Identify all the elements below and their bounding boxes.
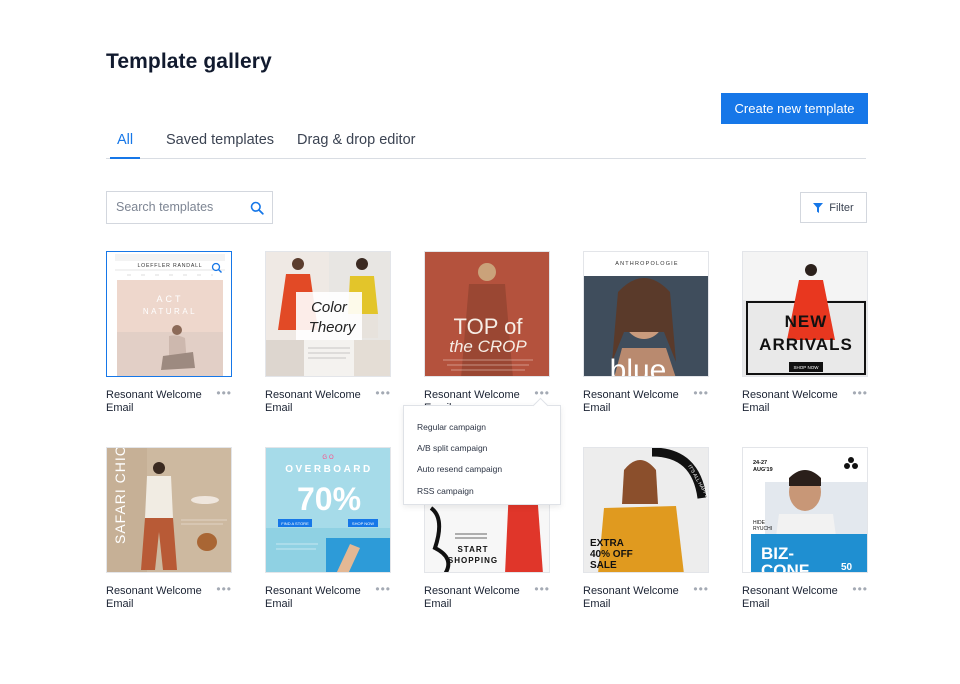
thumb-subhead: Theory [309,319,357,336]
template-thumbnail[interactable]: TOP of the CROP [424,251,550,377]
menu-item-auto-resend-campaign[interactable]: Auto resend campaign [417,464,502,474]
tab-bar: All Saved templates Drag & drop editor [106,130,866,159]
more-options-icon[interactable]: ••• [852,387,868,399]
thumb-value: 70% [297,481,361,517]
template-title: Resonant Welcome Email [265,585,361,610]
template-title: Resonant Welcome Email [742,389,838,414]
template-thumbnail[interactable]: 24-27 AUG'19 HIDE RYUCHI BIZ- CONF 50 [742,447,868,573]
template-card[interactable]: IT'S ALL HAPPENING EXTRA 40% OFF SALE Re… [583,447,709,617]
thumb-month: AUG'19 [753,467,773,473]
more-options-icon[interactable]: ••• [693,387,709,399]
thumb-subhead: SHOPPING [448,556,498,565]
more-options-icon[interactable]: ••• [693,583,709,595]
template-title: Resonant Welcome Email [583,389,679,414]
thumb-brand: ANTHROPOLOGIE [615,261,679,267]
more-options-icon[interactable]: ••• [216,583,232,595]
search-input[interactable] [116,200,246,214]
thumb-headline: OVERBOARD [285,464,373,475]
template-thumbnail[interactable]: SAFARI CHIC [106,447,232,573]
more-options-icon[interactable]: ••• [375,387,391,399]
search-icon[interactable] [250,201,264,215]
thumb-cta-2: SHOP NOW [352,521,374,526]
tab-all[interactable]: All [110,132,141,159]
thumb-cta: FIND A STORE [281,521,309,526]
template-title: Resonant Welcome Email [106,389,202,414]
template-thumbnail[interactable]: NEW ARRIVALS SHOP NOW [742,251,868,377]
thumb-headline: TOP of [454,314,524,339]
menu-item-regular-campaign[interactable]: Regular campaign [417,422,486,432]
template-card[interactable]: TOP of the CROP Resonant Welcome Email •… [424,251,550,421]
thumb-cta: SHOP NOW [794,365,820,370]
thumb-headline: Color [311,299,348,316]
filter-button[interactable]: Filter [800,192,867,223]
thumb-headline: NEW [785,312,828,331]
more-options-icon[interactable]: ••• [375,583,391,595]
create-template-button[interactable]: Create new template [721,93,868,124]
more-options-icon[interactable]: ••• [534,583,550,595]
tab-saved-templates[interactable]: Saved templates [166,132,274,159]
template-thumbnail[interactable]: GO OVERBOARD 70% FIND A STORE SHOP NOW [265,447,391,573]
thumb-subhead: ARRIVALS [759,335,853,354]
search-box [106,191,273,224]
menu-item-ab-split-campaign[interactable]: A/B split campaign [417,443,487,453]
tab-drag-drop-editor[interactable]: Drag & drop editor [297,132,415,159]
template-thumbnail[interactable]: IT'S ALL HAPPENING EXTRA 40% OFF SALE [583,447,709,573]
template-card[interactable]: GO OVERBOARD 70% FIND A STORE SHOP NOW R… [265,447,391,617]
template-card[interactable]: NEW ARRIVALS SHOP NOW Resonant Welcome E… [742,251,868,421]
thumb-headline: SAFARI CHIC [112,448,128,544]
template-thumbnail[interactable]: ANTHROPOLOGIE blue [583,251,709,377]
template-card[interactable]: LOEFFLER RANDALL ACT NATURAL Resonant We… [106,251,232,421]
page-title: Template gallery [106,50,272,73]
thumb-headline: blue [610,354,667,377]
template-thumbnail[interactable]: LOEFFLER RANDALL ACT NATURAL [106,251,232,377]
thumb-tagline: SALE [590,560,617,571]
more-options-icon[interactable]: ••• [852,583,868,595]
thumb-subhead: NATURAL [143,307,197,316]
thumb-headline: START [457,545,488,554]
filter-icon [813,202,824,213]
thumb-subhead: the CROP [449,337,527,356]
more-options-icon[interactable]: ••• [216,387,232,399]
thumb-number: 50 [841,562,853,573]
campaign-type-menu: Regular campaign A/B split campaign Auto… [403,405,561,505]
template-title: Resonant Welcome Email [265,389,361,414]
template-card[interactable]: 24-27 AUG'19 HIDE RYUCHI BIZ- CONF 50 Re… [742,447,868,617]
thumb-subhead: 40% OFF [590,549,633,560]
template-card[interactable]: ANTHROPOLOGIE blue Resonant Welcome Emai… [583,251,709,421]
thumb-date: 24-27 [753,460,767,466]
thumb-eyebrow: GO [322,455,335,461]
thumb-subhead: CONF [761,561,809,573]
thumb-brand: LOEFFLER RANDALL [138,263,203,269]
filter-label: Filter [829,201,854,214]
more-options-icon[interactable]: ••• [534,387,550,399]
template-title: Resonant Welcome Email [583,585,679,610]
template-card[interactable]: SAFARI CHIC Resonant Welcome Email ••• [106,447,232,617]
thumb-headline: ACT [157,294,184,304]
template-title: Resonant Welcome Email [424,585,520,610]
template-title: Resonant Welcome Email [106,585,202,610]
template-thumbnail[interactable]: Color Theory [265,251,391,377]
thumb-speaker-2: RYUCHI [753,526,772,532]
template-title: Resonant Welcome Email [742,585,838,610]
menu-item-rss-campaign[interactable]: RSS campaign [417,486,474,496]
template-card[interactable]: Color Theory Resonant Welcome Email ••• [265,251,391,421]
thumb-headline: EXTRA [590,538,624,549]
